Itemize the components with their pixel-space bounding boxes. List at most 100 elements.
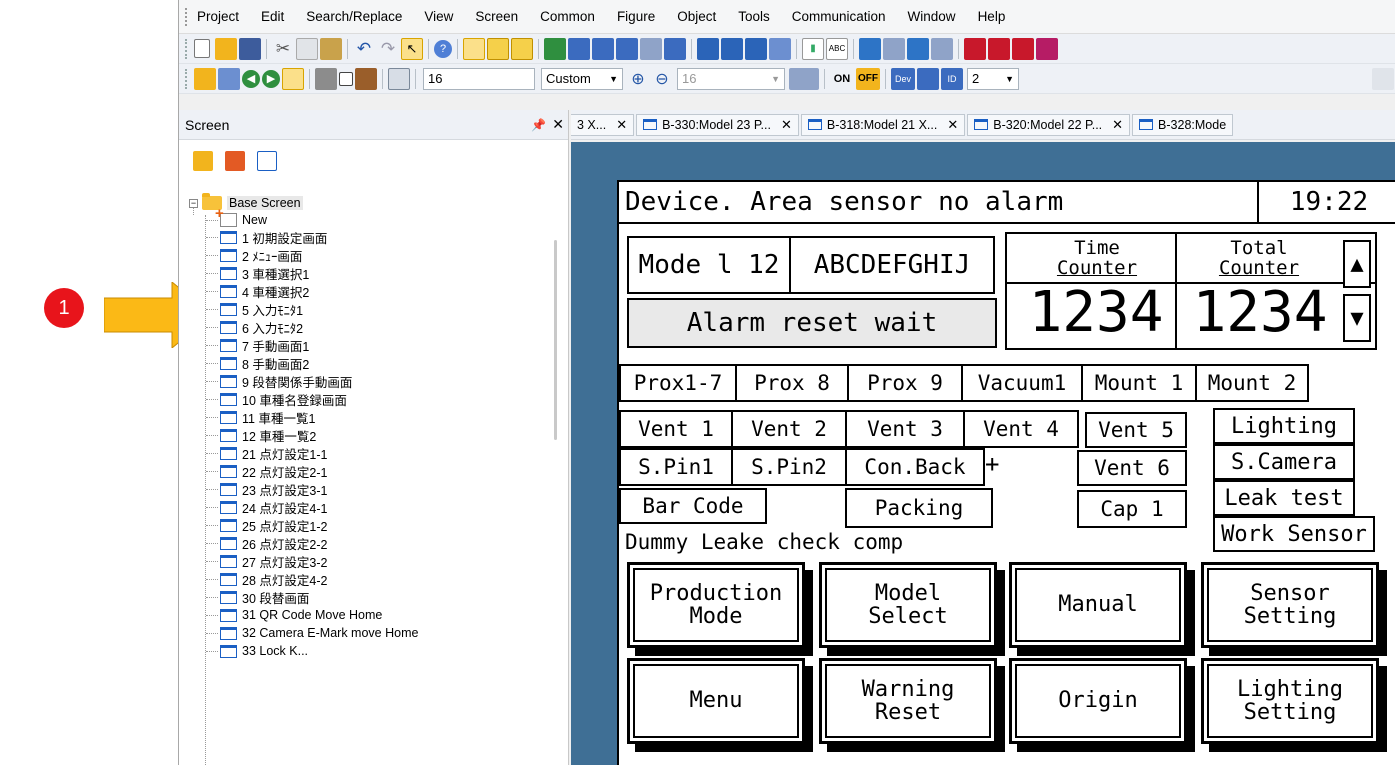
data-view-icon[interactable] [616,37,638,60]
model-select-button[interactable]: Model Select [819,562,997,648]
tab-screen-3[interactable]: 3 X... ✕ [571,113,635,136]
menu-help[interactable]: Help [978,9,1006,24]
save-icon[interactable] [239,37,261,60]
tree-item[interactable]: 5 入力ﾓﾆﾀ1 [206,300,303,318]
tree-item[interactable]: 33 Lock K... [206,642,308,660]
tree-item[interactable]: 26 点灯設定2-2 [206,534,327,552]
zoom-in-icon[interactable]: ⊕ [627,68,649,90]
tree-item[interactable]: 2 ﾒﾆｭｰ画面 [206,246,302,264]
tree-item[interactable]: 3 車種選択1 [206,264,309,282]
write-plc-icon[interactable] [931,37,953,60]
copy-icon[interactable] [296,37,318,60]
tree-scrollbar[interactable] [554,240,557,440]
prev-screen-icon[interactable]: ◀ [242,69,260,88]
open-screen-icon[interactable] [193,151,213,171]
simulator-icon[interactable]: ▮ [802,37,824,60]
layout-icon[interactable] [664,37,686,60]
menu-window[interactable]: Window [908,9,956,24]
id-display-button[interactable]: ID [941,67,963,90]
data-browser-icon[interactable] [640,37,662,60]
screen-add-icon[interactable] [218,67,240,90]
scroll-up-button[interactable]: ▲ [1343,240,1371,288]
rectangle-icon[interactable] [339,71,353,86]
undo-icon[interactable]: ↶ [353,38,375,60]
collapse-icon[interactable]: − [189,198,198,208]
menu-tools[interactable]: Tools [738,9,770,24]
tree-item[interactable]: 28 点灯設定4-2 [206,570,327,588]
tree-item[interactable]: 30 段替画面 [206,588,309,606]
scroll-down-button[interactable]: ▼ [1343,294,1371,342]
screen-properties-icon[interactable] [257,151,277,171]
close-icon[interactable]: ✕ [1112,117,1123,133]
alarm-reset-button[interactable]: Alarm reset wait [627,298,997,348]
menu-search-replace[interactable]: Search/Replace [306,9,402,24]
menu-figure[interactable]: Figure [617,9,655,24]
tree-item[interactable]: 9 段替関係手動画面 [206,372,352,390]
text-tool-icon[interactable] [1372,67,1394,90]
lighting-setting-button[interactable]: Lighting Setting [1201,658,1379,744]
tree-item[interactable]: 8 手動画面2 [206,354,309,372]
monitor-icon[interactable] [769,37,791,60]
comment-display-icon[interactable] [917,67,939,90]
download-icon[interactable] [721,37,743,60]
tree-item[interactable]: 7 手動画面1 [206,336,309,354]
tree-item[interactable]: 12 車種一覧2 [206,426,316,444]
tree-item-new[interactable]: New [206,205,267,229]
add-object-icon[interactable] [194,67,216,90]
delete-screen-icon[interactable] [225,151,245,171]
tree-item[interactable]: 21 点灯設定1-1 [206,444,327,462]
off-state-button[interactable]: OFF [856,67,880,90]
production-mode-button[interactable]: Production Mode [627,562,805,648]
close-icon[interactable]: ✕ [781,117,792,133]
layer-combo[interactable]: 2 ▼ [967,67,1019,90]
tree-item[interactable]: 24 点灯設定4-1 [206,498,327,516]
screen-property-icon[interactable] [282,67,304,90]
close-icon[interactable]: ✕ [616,117,627,133]
menu-button[interactable]: Menu [627,658,805,744]
tab-b-330[interactable]: B-330:Model 23 P... ✕ [636,113,799,136]
tree-item[interactable]: 6 入力ﾓﾆﾀ2 [206,318,303,336]
cut-icon[interactable]: ✂ [272,38,294,60]
on-state-button[interactable]: ON [830,68,854,90]
font-size-combo[interactable]: 16 [423,67,535,90]
editing-canvas[interactable]: Device. Area sensor no alarm 19:22 Mode … [571,142,1395,765]
tab-b-320[interactable]: B-320:Model 22 P... ✕ [967,113,1131,136]
next-screen-icon[interactable]: ▶ [262,69,280,88]
new-file-icon[interactable] [194,39,210,58]
tree-item[interactable]: 11 車種一覧1 [206,408,315,426]
device-display-button[interactable]: Dev [891,67,915,90]
warning-reset-button[interactable]: Warning Reset [819,658,997,744]
tree-item[interactable]: 31 QR Code Move Home [206,606,382,624]
print-icon[interactable] [1012,37,1034,60]
zoom-mode-combo[interactable]: Custom ▼ [541,67,623,90]
origin-button[interactable]: Origin [1009,658,1187,744]
menu-edit[interactable]: Edit [261,9,284,24]
menu-common[interactable]: Common [540,9,595,24]
library-icon[interactable] [544,37,566,60]
tree-item[interactable]: 23 点灯設定3-1 [206,480,327,498]
tree-item[interactable]: 25 点灯設定1-2 [206,516,327,534]
tree-item[interactable]: 22 点灯設定2-1 [206,462,327,480]
tree-item[interactable]: 10 車種名登録画面 [206,390,347,408]
device-list-icon[interactable] [592,37,614,60]
screen-window2-icon[interactable] [487,37,509,60]
upload-icon[interactable] [745,37,767,60]
select-pointer-icon[interactable]: ↖ [401,37,423,60]
wizard-icon[interactable] [1036,37,1058,60]
tab-b-328[interactable]: B-328:Mode [1132,113,1234,136]
tree-root-base-screen[interactable]: − Base Screen [189,193,303,212]
menu-view[interactable]: View [424,9,453,24]
transfer-icon[interactable] [697,37,719,60]
screen-window-icon[interactable] [463,37,485,60]
connect-icon[interactable] [859,37,881,60]
manual-button[interactable]: Manual [1009,562,1187,648]
menu-communication[interactable]: Communication [792,9,886,24]
sensor-setting-button[interactable]: Sensor Setting [1201,562,1379,648]
paint-bucket-icon[interactable] [355,67,377,90]
help-icon[interactable]: ? [434,39,452,58]
text-format-icon[interactable]: ABC [826,37,848,60]
redo-icon[interactable]: ↷ [377,38,399,60]
tree-item[interactable]: 27 点灯設定3-2 [206,552,327,570]
fill-pattern-icon[interactable] [315,67,337,90]
parts-icon[interactable] [568,37,590,60]
